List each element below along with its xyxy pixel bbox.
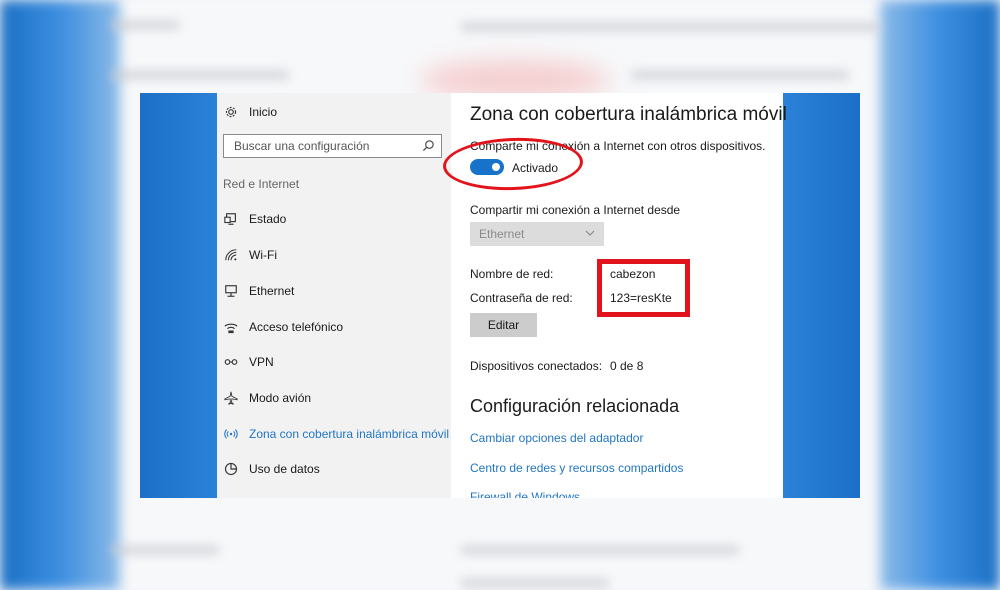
sidebar-item-ethernet[interactable]: Ethernet <box>223 277 294 305</box>
data-usage-icon <box>223 461 239 477</box>
sidebar: Inicio Red e Internet Estado Wi-Fi <box>217 93 451 498</box>
hotspot-icon <box>223 426 239 442</box>
sidebar-item-modo-avion[interactable]: Modo avión <box>223 384 311 412</box>
airplane-icon <box>223 390 239 406</box>
status-icon <box>223 211 239 227</box>
page-title: Zona con cobertura inalámbrica móvil <box>470 104 787 125</box>
sidebar-item-label: Modo avión <box>249 391 312 405</box>
search-box[interactable] <box>223 134 442 158</box>
share-from-label: Compartir mi conexión a Internet desde <box>470 203 681 217</box>
chevron-down-icon <box>584 227 596 239</box>
desktop-edge-right <box>783 93 860 498</box>
sidebar-item-acceso-telefonico[interactable]: Acceso telefónico <box>223 313 343 341</box>
sidebar-item-estado[interactable]: Estado <box>223 205 286 233</box>
sidebar-item-label: VPN <box>249 355 274 369</box>
sidebar-item-label: Estado <box>249 212 287 226</box>
dialup-icon <box>223 319 239 335</box>
connected-devices-label: Dispositivos conectados: <box>470 359 603 373</box>
desktop-edge-left <box>140 93 217 498</box>
link-adapter-options[interactable]: Cambiar opciones del adaptador <box>470 431 643 445</box>
share-from-dropdown[interactable]: Ethernet <box>470 222 604 246</box>
link-network-center[interactable]: Centro de redes y recursos compartidos <box>470 461 683 475</box>
sidebar-item-label: Inicio <box>249 105 278 119</box>
sidebar-item-label: Zona con cobertura inalámbrica móvil <box>249 427 450 441</box>
vpn-icon <box>223 354 239 370</box>
search-input[interactable] <box>232 138 421 154</box>
sidebar-item-inicio[interactable]: Inicio <box>223 98 277 126</box>
sidebar-item-label: Ethernet <box>249 284 295 298</box>
sidebar-item-label: Acceso telefónico <box>249 320 344 334</box>
related-settings-title: Configuración relacionada <box>470 396 680 416</box>
password-label: Contraseña de red: <box>470 291 573 305</box>
section-label: Red e Internet <box>223 177 300 191</box>
dropdown-value: Ethernet <box>479 227 525 241</box>
ethernet-icon <box>223 283 239 299</box>
network-name-label: Nombre de red: <box>470 267 554 281</box>
sidebar-item-zona-cobertura[interactable]: Zona con cobertura inalámbrica móvil <box>223 420 449 448</box>
connected-devices-value: 0 de 8 <box>610 359 644 373</box>
edit-button[interactable]: Editar <box>470 313 537 337</box>
link-firewall[interactable]: Firewall de Windows <box>470 490 580 498</box>
sidebar-item-label: Uso de datos <box>249 462 320 476</box>
search-icon[interactable] <box>422 139 436 153</box>
sidebar-item-wifi[interactable]: Wi-Fi <box>223 241 277 269</box>
annotation-rectangle <box>597 259 690 317</box>
sidebar-item-vpn[interactable]: VPN <box>223 348 274 376</box>
gear-icon <box>223 104 239 120</box>
wifi-icon <box>223 247 239 263</box>
sidebar-item-label: Wi-Fi <box>249 248 277 262</box>
sidebar-item-uso-datos[interactable]: Uso de datos <box>223 455 320 483</box>
